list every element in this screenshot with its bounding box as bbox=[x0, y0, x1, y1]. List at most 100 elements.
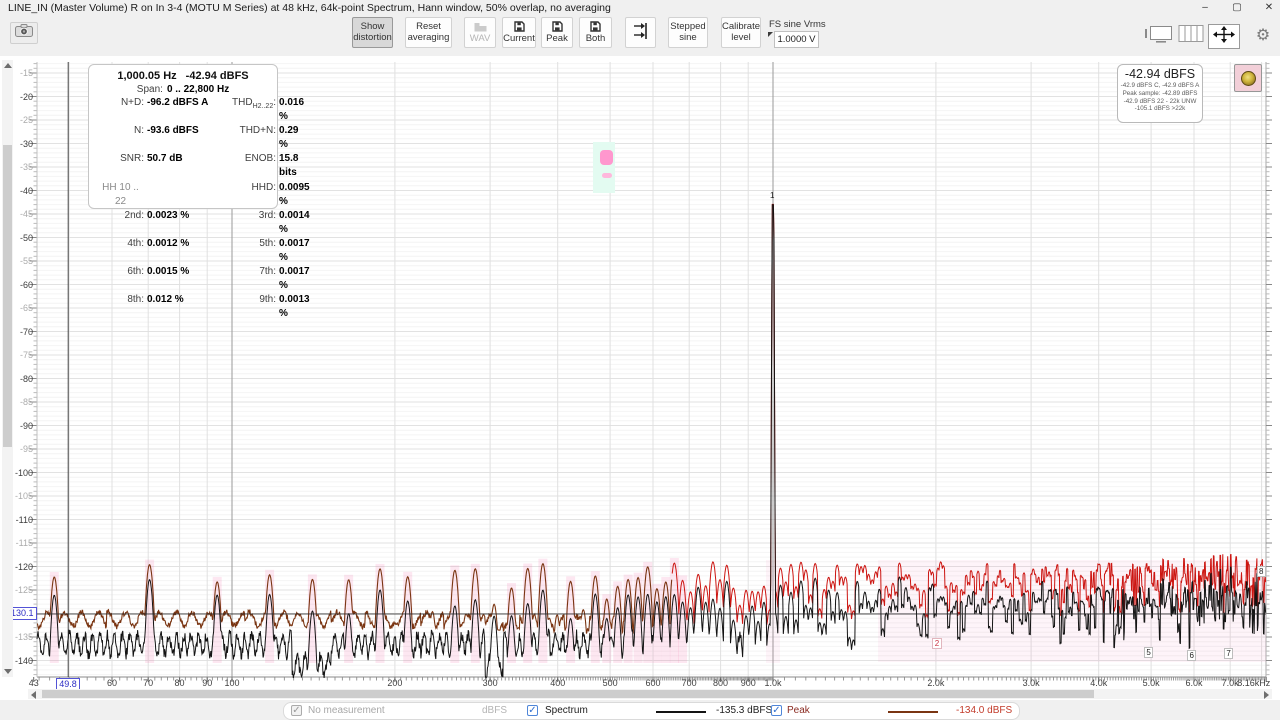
x-tick-label: 4.0k bbox=[1079, 678, 1119, 688]
overlay-value: 0.0017 % bbox=[279, 237, 310, 265]
no-measurement-label: No measurement bbox=[308, 705, 385, 716]
level-reading-box: -42.94 dBFS -42.9 dBFS C, -42.9 dBFS APe… bbox=[1117, 64, 1203, 123]
overlay-value: 0.0023 % bbox=[147, 209, 223, 237]
scroll-down-icon[interactable] bbox=[4, 669, 12, 674]
x-tick-label: 3.0k bbox=[1011, 678, 1051, 688]
floppy-save-icon bbox=[590, 21, 601, 33]
frequency-scrollbar-thumb[interactable] bbox=[42, 690, 1094, 698]
gear-icon: ⚙ bbox=[1256, 25, 1270, 45]
overlay-label: 5th: bbox=[223, 237, 279, 265]
fullscreen-button[interactable] bbox=[1208, 24, 1240, 49]
x-tick-label: 6.0k bbox=[1174, 678, 1214, 688]
move-arrows-icon bbox=[1211, 25, 1237, 49]
x-tick-label: 400 bbox=[538, 678, 578, 688]
overlay-label: ENOB: bbox=[223, 152, 279, 180]
overlay-label: SNR: bbox=[97, 152, 147, 180]
fs-input-grip bbox=[768, 32, 773, 37]
save-current-label: Current bbox=[503, 34, 535, 45]
status-unit-label: dBFS bbox=[482, 705, 507, 716]
signal-led-icon bbox=[1241, 71, 1256, 86]
no-measurement-checkbox[interactable]: ✓ bbox=[291, 705, 302, 716]
overlay-label: 4th: bbox=[97, 237, 147, 265]
measurement-overlay: 1,000.05 Hz -42.94 dBFS Span: 0 .. 22,80… bbox=[88, 64, 278, 209]
settings-button[interactable]: ⚙ bbox=[1252, 24, 1274, 46]
x-tick-label: 300 bbox=[470, 678, 510, 688]
screenshot-camera-button[interactable] bbox=[10, 22, 38, 44]
level-scrollbar-thumb[interactable] bbox=[3, 145, 12, 447]
signal-indicator-button[interactable] bbox=[1234, 64, 1262, 92]
arrows-into-bar-icon bbox=[632, 21, 650, 45]
scroll-right-icon[interactable] bbox=[1264, 691, 1269, 699]
overlay-label: 9th: bbox=[223, 293, 279, 321]
save-wav-label: WAV bbox=[470, 34, 491, 45]
save-wav-button[interactable]: WAV bbox=[464, 17, 496, 48]
stepped-sine-button[interactable]: Stepped sine bbox=[668, 17, 708, 48]
floppy-save-icon bbox=[552, 21, 563, 33]
overlay-label: N+D: bbox=[97, 96, 147, 124]
peak-checkbox[interactable]: ✓ bbox=[771, 705, 782, 716]
harmonic-marker-6: 6 bbox=[1187, 650, 1196, 661]
fs-sine-vrms-value: 1.0000 V bbox=[777, 34, 815, 45]
spectrum-checkbox[interactable]: ✓ bbox=[527, 705, 538, 716]
overlay-label: HHD: bbox=[223, 181, 279, 209]
overlay-span-label: Span: bbox=[137, 83, 163, 96]
window-title: LINE_IN (Master Volume) R on In 3-4 (MOT… bbox=[8, 2, 611, 14]
harmonic-marker-5: 5 bbox=[1144, 647, 1153, 658]
peak-cursor-value: -134.0 dBFS bbox=[956, 705, 1012, 716]
x-tick-label: 1.0k bbox=[753, 678, 793, 688]
spectrum-legend-label: Spectrum bbox=[545, 705, 588, 716]
columns-icon bbox=[1178, 23, 1204, 49]
calibrate-level-label: Calibrate level bbox=[722, 22, 760, 43]
reset-averaging-label: Reset averaging bbox=[408, 22, 450, 43]
legend-pill: ✓ No measurement dBFS ✓ Spectrum -135.3 … bbox=[283, 702, 1020, 720]
reset-averaging-button[interactable]: Reset averaging bbox=[405, 17, 452, 48]
x-tick-label: 2.0k bbox=[916, 678, 956, 688]
save-peak-label: Peak bbox=[546, 34, 568, 45]
save-current-button[interactable]: Current bbox=[502, 17, 536, 48]
harmonic-marker-1: 1 bbox=[770, 191, 774, 200]
save-both-button[interactable]: Both bbox=[579, 17, 612, 48]
x-tick-label: 200 bbox=[375, 678, 415, 688]
show-distortion-button[interactable]: Show distortion bbox=[352, 17, 393, 48]
scroll-up-icon[interactable] bbox=[4, 63, 12, 68]
fs-sine-vrms-input[interactable]: 1.0000 V bbox=[774, 31, 819, 48]
overlay-label: THDH2..22: bbox=[223, 96, 279, 124]
loopback-insert-button[interactable] bbox=[625, 17, 656, 48]
calibrate-level-button[interactable]: Calibrate level bbox=[721, 17, 761, 48]
monitor-icon bbox=[1144, 23, 1174, 49]
overlay-label: HH 10 .. 22 bbox=[97, 181, 147, 209]
overlay-value: 0.016 % bbox=[279, 96, 310, 124]
scroll-left-icon[interactable] bbox=[31, 691, 36, 699]
save-peak-button[interactable]: Peak bbox=[541, 17, 573, 48]
overlay-value: 50.7 dB bbox=[147, 152, 223, 180]
overlay-label: N: bbox=[97, 124, 147, 152]
x-tick-label: 43 bbox=[14, 678, 54, 688]
overlay-value: 0.0014 % bbox=[279, 209, 310, 237]
panels-layout-button[interactable] bbox=[1178, 25, 1204, 46]
peak-legend-label: Peak bbox=[787, 705, 810, 716]
display-layout-button[interactable] bbox=[1144, 25, 1174, 46]
camera-icon bbox=[15, 24, 33, 42]
spectrum-line-swatch bbox=[656, 711, 706, 713]
minimize-button[interactable]: – bbox=[1190, 0, 1220, 16]
overlay-label: 2nd: bbox=[97, 209, 147, 237]
maximize-button[interactable]: ▢ bbox=[1222, 0, 1252, 16]
overlay-value: -93.6 dBFS bbox=[147, 124, 223, 152]
x-tick-label: 500 bbox=[590, 678, 630, 688]
overlay-value: 0.0095 % bbox=[279, 181, 310, 209]
overlay-frequency: 1,000.05 Hz bbox=[117, 69, 176, 83]
folder-icon bbox=[474, 21, 487, 33]
fs-sine-vrms-label: FS sine Vrms bbox=[769, 19, 826, 30]
overlay-value: 0.29 % bbox=[279, 124, 310, 152]
x-tick-label: 100 bbox=[212, 678, 252, 688]
level-reading-detail: -105.1 dBFS >22k bbox=[1119, 105, 1201, 113]
overlay-value: 0.0017 % bbox=[279, 265, 310, 293]
level-scrollbar[interactable] bbox=[2, 60, 13, 677]
level-reading-main: -42.94 dBFS bbox=[1118, 67, 1202, 82]
show-distortion-label: Show distortion bbox=[353, 22, 392, 43]
overlay-value: 15.8 bits bbox=[279, 152, 310, 180]
overlay-label: 3rd: bbox=[223, 209, 279, 237]
close-button[interactable]: ✕ bbox=[1254, 0, 1280, 16]
overlay-value bbox=[147, 181, 223, 209]
frequency-scrollbar[interactable] bbox=[28, 689, 1272, 699]
